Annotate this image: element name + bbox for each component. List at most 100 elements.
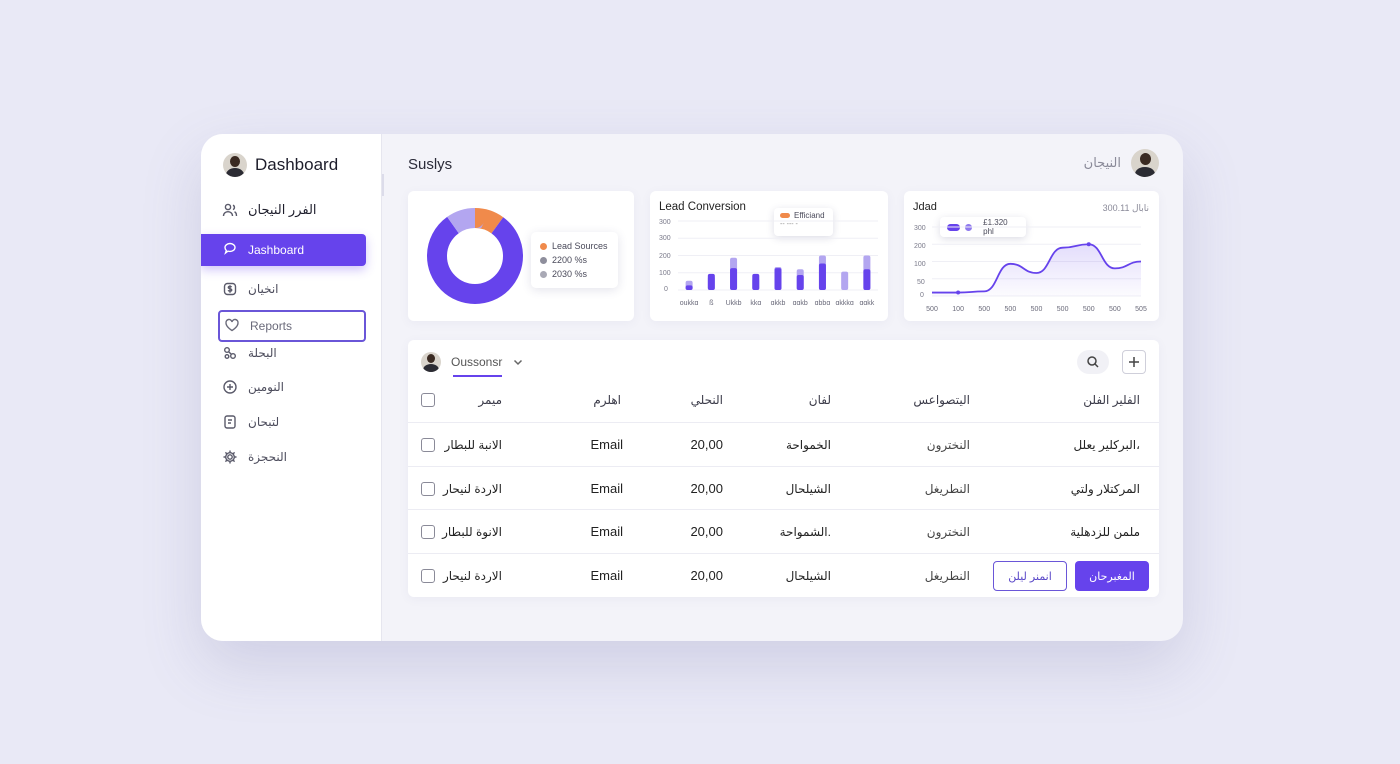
bar (818, 263, 826, 290)
cell-name: الانوة للبطار (442, 524, 502, 539)
secondary-action-button[interactable]: انمنر ليلن (993, 561, 1067, 591)
table-row[interactable]: الاردة لنيحار Email 20,00 الشيلحال النطر… (408, 466, 1159, 510)
sidebar: Dashboard الفرر النيجان Jashboard انخيان (201, 134, 382, 641)
avatar[interactable] (1131, 149, 1159, 177)
column-header[interactable]: الفلير الفلن (1028, 378, 1140, 422)
plus-icon (1129, 357, 1139, 367)
line-point (1086, 242, 1091, 247)
cell-channel: Email (590, 481, 623, 496)
sidebar-scrollbar[interactable] (382, 174, 384, 196)
table-row[interactable]: الانبة للبطار Email 20,00 الخمواحة النخت… (408, 422, 1159, 466)
legend-item: Lead Sources (540, 239, 609, 253)
cell-name: الانبة للبطار (444, 437, 502, 452)
bar (752, 273, 760, 290)
cell-name: الاردة لنيحار (442, 568, 502, 583)
plus-circle-icon (222, 379, 238, 395)
bar (796, 275, 804, 290)
bar (841, 271, 849, 290)
legend-dot (540, 242, 547, 250)
legend-item: 2200 %s (540, 253, 609, 267)
sidebar-item-team[interactable]: الفرر النيجان (222, 200, 317, 220)
sidebar-item-documents[interactable]: لتبحان (222, 412, 279, 432)
cell-channel: Email (590, 568, 623, 583)
row-checkbox[interactable] (421, 437, 435, 452)
cell-type: النطريغل (924, 568, 970, 583)
column-header[interactable]: ميمر (447, 378, 502, 422)
legend-dot (540, 256, 547, 264)
row-checkbox[interactable] (421, 568, 435, 583)
column-header[interactable]: لفان (768, 378, 831, 422)
cell-company: المركتلار ولتي (1070, 481, 1140, 496)
x-tick-label: 500 (1109, 306, 1121, 313)
line-area (932, 244, 1141, 296)
x-tick-label: ɑkkb (771, 300, 786, 307)
x-tick-label: 500 (1057, 306, 1069, 313)
donut-legend: Lead Sources 2200 %s 2030 %s (531, 232, 618, 288)
row-checkbox[interactable] (421, 481, 435, 496)
x-tick-label: 500 (1005, 306, 1017, 313)
bar (685, 285, 693, 290)
table-row[interactable]: الانوة للبطار Email 20,00 الشمواحة. النخ… (408, 509, 1159, 553)
legend-item: 2030 %s (540, 267, 609, 281)
cell-name: الاردة لنيحار (442, 481, 502, 496)
link-icon (222, 345, 238, 361)
user-filter-label: Oussonsr (451, 355, 503, 369)
x-tick-label: Ukkb (726, 300, 742, 307)
add-button[interactable] (1122, 350, 1146, 374)
x-tick-label: 100 (952, 306, 964, 313)
sidebar-item-add[interactable]: النومين (222, 377, 284, 397)
x-tick-label: 500 (1083, 306, 1095, 313)
cell-amount: 20,00 (690, 568, 723, 583)
legend-label: 2200 %s (552, 255, 588, 265)
cell-channel: Email (590, 437, 623, 452)
column-header[interactable]: اليتصواعس (888, 378, 970, 422)
avatar (421, 352, 441, 372)
line-chart: 500 100 500 500 500 500 500 500 505 (926, 226, 1147, 313)
sidebar-item-label: النومين (248, 380, 284, 394)
select-all-checkbox[interactable] (421, 393, 435, 407)
header-user[interactable]: النيجان (1084, 149, 1159, 177)
x-tick-label: oukkɑ (680, 300, 699, 307)
column-header[interactable]: اهلرم (558, 378, 621, 422)
legend-label: 2030 %s (552, 269, 588, 279)
sidebar-item-settings[interactable]: النحجزة (222, 447, 287, 467)
sidebar-item-reports[interactable]: Reports (218, 310, 366, 342)
cell-amount: 20,00 (690, 437, 723, 452)
brand-avatar (223, 153, 247, 177)
sidebar-item-dashboard[interactable]: Jashboard (201, 234, 366, 266)
gear-icon (222, 449, 238, 465)
x-tick-label: 500 (978, 306, 990, 313)
cell-type: النطريغل (924, 481, 970, 496)
bar (707, 273, 715, 290)
x-tick-label: ɑɑkk (859, 300, 874, 307)
cell-company: ملمن للزدهلية (1070, 524, 1140, 539)
x-tick-label: 500 (1031, 306, 1043, 313)
column-header[interactable]: النحلي (678, 378, 723, 422)
bar (730, 268, 738, 290)
leads-table-card: Oussonsr ميمر اهلرم النحلي لفان اليتصواع… (408, 340, 1159, 597)
sidebar-item-finance[interactable]: انخيان (222, 279, 279, 299)
search-button[interactable] (1077, 350, 1109, 374)
table-row[interactable]: الاردة لنيحار Email 20,00 الشيلحال النطر… (408, 553, 1159, 597)
sidebar-item-label: لتبحان (248, 415, 280, 429)
dollar-icon (222, 281, 238, 297)
bar (863, 269, 871, 290)
x-tick-label: 505 (1135, 306, 1147, 313)
donut-slice (427, 208, 523, 304)
document-icon (222, 414, 238, 430)
user-name: النيجان (1083, 155, 1121, 170)
table-header-row: ميمر اهلرم النحلي لفان اليتصواعس الفلير … (408, 378, 1159, 422)
row-checkbox[interactable] (421, 524, 435, 539)
sidebar-item-label: Reports (250, 319, 293, 333)
users-icon (222, 202, 238, 218)
x-tick-label: ɑɑkb (793, 300, 808, 307)
user-filter[interactable]: Oussonsr (421, 352, 524, 372)
bar-chart: oukkɑ ß Ukkb kkɑ ɑkkb ɑɑkb ɑbbɑ ɑkkkɑ ɑɑkk (678, 220, 878, 307)
cell-status: الشيلحال (785, 481, 831, 496)
sidebar-item-integrations[interactable]: البحلة (222, 343, 277, 363)
bar (774, 268, 782, 290)
app-window: Dashboard الفرر النيجان Jashboard انخيان (201, 134, 1183, 641)
primary-action-button[interactable]: المغبرحان (1075, 561, 1149, 591)
x-tick-label: ɑkkkɑ (836, 300, 854, 307)
brand: Dashboard (223, 153, 338, 177)
